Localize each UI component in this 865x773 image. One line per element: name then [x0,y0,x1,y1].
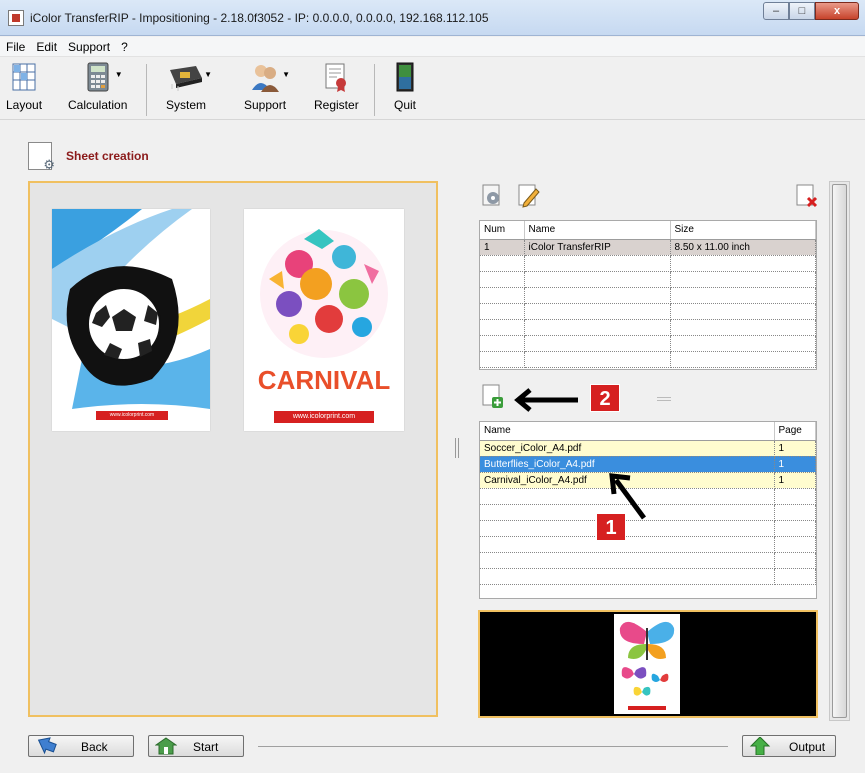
output-arrow-up-icon [749,736,771,756]
gear-sheet-icon [482,184,500,206]
empty-table-row [480,255,816,272]
empty-table-row [480,552,816,569]
carnival-artwork-image [260,229,388,423]
start-button[interactable]: Start [148,735,244,757]
soccer-page-thumbnail[interactable]: www.icolorprint.com [52,209,210,431]
column-header-page[interactable]: Page [774,422,816,441]
toolbar-divider [146,64,147,116]
menu-file[interactable]: File [0,37,30,54]
file-preview-pane [478,610,818,718]
carnival-page-thumbnail[interactable]: CARNIVAL www.icolorprint.com [244,209,404,431]
empty-table-row [480,287,816,304]
column-header-file-name[interactable]: Name [480,422,775,441]
layout-grid-icon [9,62,39,92]
section-title: Sheet creation [66,149,149,163]
menu-edit[interactable]: Edit [30,37,62,54]
sheet-settings-button[interactable] [480,184,504,208]
certificate-icon [321,62,351,92]
chevron-down-icon: ▼ [114,70,123,79]
delete-sheet-icon [796,184,818,208]
empty-table-row [480,303,816,320]
menu-bar: File Edit Support? [0,37,865,57]
empty-table-row [480,351,816,368]
menu-support[interactable]: Support [62,37,115,54]
sheet-size-cell: 8.50 x 11.00 inch [670,239,816,256]
file-page-cell: 1 [774,440,816,457]
empty-table-row [480,319,816,336]
add-file-icon [482,384,503,408]
back-button[interactable]: Back [28,735,134,757]
calculation-tool-button[interactable]: ▼ Calculation [68,62,127,112]
butterflies-artwork-image [619,621,675,710]
sheet-preview-area[interactable]: www.icolorprint.com CARNIVAL www.icolorp… [28,181,438,717]
table-row[interactable]: Soccer_iColor_A4.pdf 1 [480,440,816,457]
file-page-cell: 1 [774,456,816,473]
support-tool-button[interactable]: ▼ Support [244,62,290,112]
back-arrow-icon [35,737,57,755]
window-title-bar: iColor TransferRIP - Impositioning - 2.1… [0,0,865,36]
minimize-button[interactable]: – [763,2,789,20]
annotation-badge-1: 1 [596,513,626,541]
carnival-word-art: CARNIVAL [257,365,391,395]
column-header-num[interactable]: Num [480,221,525,240]
delete-sheet-button[interactable] [794,184,818,208]
file-name-cell: Soccer_iColor_A4.pdf [480,440,775,457]
vertical-scrollbar[interactable] [829,181,850,721]
soccer-artwork-image [52,209,210,420]
table-row[interactable]: 1 iColor TransferRIP 8.50 x 11.00 inch [480,239,816,256]
calculator-icon: ▼ [83,62,123,92]
column-header-name[interactable]: Name [524,221,671,240]
butterflies-page-preview [614,614,680,714]
sheet-settings-icon [28,142,55,173]
empty-table-row [480,271,816,288]
edit-sheet-button[interactable] [516,184,540,208]
register-tool-button[interactable]: Register [314,62,359,112]
empty-table-row [480,335,816,352]
sheet-num-cell: 1 [480,239,525,256]
layout-tool-button[interactable]: Layout [6,62,42,112]
maximize-button[interactable]: □ [789,2,815,20]
system-chip-icon: ▼ [166,62,212,92]
window-title: iColor TransferRIP - Impositioning - 2.1… [30,11,489,25]
sheet-name-cell: iColor TransferRIP [524,239,671,256]
carnival-thumbnail-url: www.icolorprint.com [292,413,356,420]
toolbar: Layout ▼ Calculation ▼ System ▼ Support … [0,58,865,120]
door-exit-icon [390,62,420,92]
chevron-down-icon: ▼ [282,70,291,79]
add-file-button[interactable] [480,384,504,408]
empty-table-row [480,536,816,553]
arrow-left-annotation-icon [514,388,578,412]
toolbar-divider [374,64,375,116]
horizontal-splitter[interactable] [657,397,671,401]
column-header-size[interactable]: Size [670,221,816,240]
support-people-icon: ▼ [250,62,290,92]
edit-sheet-icon [518,184,540,208]
empty-table-row [480,568,816,585]
system-tool-button[interactable]: ▼ System [166,62,212,112]
quit-tool-button[interactable]: Quit [390,62,420,112]
output-button[interactable]: Output [742,735,836,757]
chevron-down-icon: ▼ [204,70,212,79]
app-icon [8,10,24,26]
scrollbar-thumb[interactable] [832,184,847,718]
menu-help[interactable]: ? [115,37,133,54]
footer-divider [258,746,728,747]
soccer-thumbnail-url: www.icolorprint.com [109,412,155,418]
close-button[interactable]: x [815,2,859,20]
annotation-badge-2: 2 [590,384,620,412]
sheets-table: Num Name Size 1 iColor TransferRIP 8.50 … [479,220,817,370]
file-page-cell: 1 [774,472,816,489]
vertical-splitter[interactable] [455,438,459,458]
window-controls: – □ x [763,2,859,20]
start-home-icon [154,737,178,755]
